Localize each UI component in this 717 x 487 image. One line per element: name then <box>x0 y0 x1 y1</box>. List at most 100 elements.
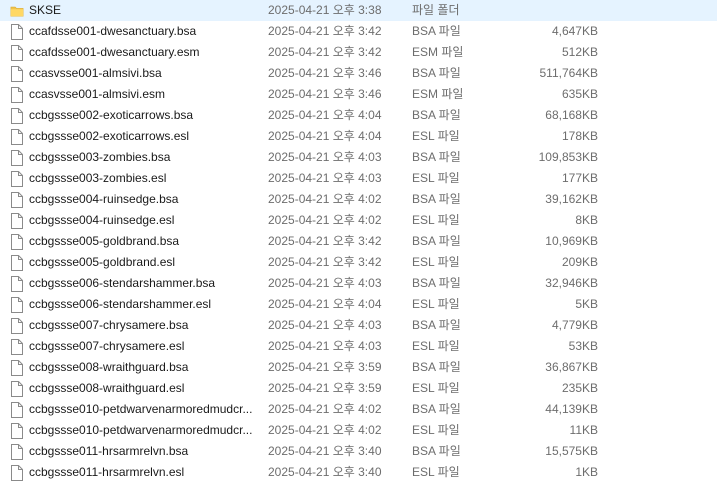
file-name: ccbgssse006-stendarshammer.esl <box>29 297 212 311</box>
file-size: 512KB <box>561 45 598 59</box>
file-date: 2025-04-21 오후 4:03 <box>268 150 382 164</box>
file-date: 2025-04-21 오후 4:04 <box>268 129 382 143</box>
file-icon <box>11 402 23 418</box>
file-type: ESM 파일 <box>412 45 464 59</box>
file-size: 15,575KB <box>545 444 598 458</box>
file-date: 2025-04-21 오후 3:40 <box>268 444 382 458</box>
file-name: ccbgssse006-stendarshammer.bsa <box>29 276 216 290</box>
list-item[interactable]: ccbgssse003-zombies.esl 2025-04-21 오후 4:… <box>0 168 717 189</box>
list-item[interactable]: ccbgssse011-hrsarmrelvn.esl 2025-04-21 오… <box>0 462 717 483</box>
file-date: 2025-04-21 오후 3:42 <box>268 24 382 38</box>
list-item[interactable]: ccasvsse001-almsivi.bsa 2025-04-21 오후 3:… <box>0 63 717 84</box>
list-item[interactable]: ccbgssse002-exoticarrows.bsa 2025-04-21 … <box>0 105 717 126</box>
file-type: ESL 파일 <box>412 339 460 353</box>
list-item[interactable]: ccbgssse003-zombies.bsa 2025-04-21 오후 4:… <box>0 147 717 168</box>
list-item[interactable]: ccbgssse002-exoticarrows.esl 2025-04-21 … <box>0 126 717 147</box>
file-size: 11KB <box>569 423 598 437</box>
file-size: 1KB <box>575 465 598 479</box>
file-type: BSA 파일 <box>412 360 461 374</box>
file-icon <box>11 360 23 376</box>
file-icon <box>11 66 23 82</box>
file-name: ccbgssse007-chrysamere.esl <box>29 339 185 353</box>
list-item[interactable]: ccafdsse001-dwesanctuary.esm 2025-04-21 … <box>0 42 717 63</box>
list-item[interactable]: ccbgssse011-hrsarmrelvn.bsa 2025-04-21 오… <box>0 441 717 462</box>
file-date: 2025-04-21 오후 4:02 <box>268 402 382 416</box>
file-name: ccbgssse003-zombies.esl <box>29 171 167 185</box>
file-type: BSA 파일 <box>412 24 461 38</box>
file-type: ESL 파일 <box>412 465 460 479</box>
file-name: ccbgssse007-chrysamere.bsa <box>29 318 189 332</box>
file-icon <box>11 444 23 460</box>
file-type: BSA 파일 <box>412 234 461 248</box>
list-item[interactable]: ccbgssse007-chrysamere.esl 2025-04-21 오후… <box>0 336 717 357</box>
file-name: ccbgssse005-goldbrand.bsa <box>29 234 180 248</box>
list-item[interactable]: ccbgssse006-stendarshammer.bsa 2025-04-2… <box>0 273 717 294</box>
file-name: ccafdsse001-dwesanctuary.bsa <box>29 24 197 38</box>
file-name: SKSE <box>29 3 62 17</box>
list-item[interactable]: ccbgssse004-ruinsedge.esl 2025-04-21 오후 … <box>0 210 717 231</box>
file-type: ESL 파일 <box>412 171 460 185</box>
file-size: 4,779KB <box>551 318 598 332</box>
folder-icon <box>10 6 24 17</box>
list-item[interactable]: ccbgssse010-petdwarvenarmoredmudcr... 20… <box>0 420 717 441</box>
file-date: 2025-04-21 오후 4:02 <box>268 213 382 227</box>
file-icon <box>11 24 23 40</box>
file-icon <box>11 150 23 166</box>
file-name: ccbgssse004-ruinsedge.bsa <box>29 192 179 206</box>
file-type: ESL 파일 <box>412 129 460 143</box>
file-name: ccbgssse002-exoticarrows.bsa <box>29 108 194 122</box>
file-size: 5KB <box>575 297 598 311</box>
list-item[interactable]: ccbgssse008-wraithguard.esl 2025-04-21 오… <box>0 378 717 399</box>
list-item[interactable]: ccbgssse005-goldbrand.esl 2025-04-21 오후 … <box>0 252 717 273</box>
file-date: 2025-04-21 오후 3:59 <box>268 381 382 395</box>
file-type: 파일 폴더 <box>412 3 460 17</box>
list-item[interactable]: ccbgssse006-stendarshammer.esl 2025-04-2… <box>0 294 717 315</box>
file-date: 2025-04-21 오후 3:38 <box>268 3 382 17</box>
file-icon <box>11 465 23 481</box>
file-date: 2025-04-21 오후 3:42 <box>268 45 382 59</box>
file-date: 2025-04-21 오후 4:03 <box>268 276 382 290</box>
file-name: ccbgssse008-wraithguard.bsa <box>29 360 189 374</box>
file-icon <box>11 129 23 145</box>
file-size: 4,647KB <box>551 24 598 38</box>
list-item[interactable]: ccbgssse010-petdwarvenarmoredmudcr... 20… <box>0 399 717 420</box>
list-item[interactable]: ccasvsse001-almsivi.esm 2025-04-21 오후 3:… <box>0 84 717 105</box>
file-type: BSA 파일 <box>412 276 461 290</box>
file-size: 109,853KB <box>538 150 598 164</box>
list-item[interactable]: ccbgssse005-goldbrand.bsa 2025-04-21 오후 … <box>0 231 717 252</box>
file-size: 39,162KB <box>545 192 598 206</box>
file-size: 36,867KB <box>545 360 598 374</box>
file-size: 511,764KB <box>539 66 599 80</box>
file-size: 44,139KB <box>545 402 598 416</box>
file-date: 2025-04-21 오후 3:46 <box>268 87 382 101</box>
file-name: ccbgssse010-petdwarvenarmoredmudcr... <box>29 423 253 437</box>
file-icon <box>11 381 23 397</box>
file-icon <box>11 171 23 187</box>
file-type: BSA 파일 <box>412 444 461 458</box>
file-type: BSA 파일 <box>412 318 461 332</box>
file-list: SKSE 2025-04-21 오후 3:38 파일 폴더 ccafdsse00… <box>0 0 717 487</box>
file-size: 8KB <box>575 213 598 227</box>
file-date: 2025-04-21 오후 4:03 <box>268 171 382 185</box>
list-item[interactable]: SKSE 2025-04-21 오후 3:38 파일 폴더 <box>0 0 717 21</box>
file-type: BSA 파일 <box>412 192 461 206</box>
file-date: 2025-04-21 오후 4:02 <box>268 192 382 206</box>
file-icon <box>11 255 23 271</box>
list-item[interactable]: ccafdsse001-dwesanctuary.bsa 2025-04-21 … <box>0 21 717 42</box>
file-date: 2025-04-21 오후 3:46 <box>268 66 382 80</box>
list-item[interactable]: ccbgssse008-wraithguard.bsa 2025-04-21 오… <box>0 357 717 378</box>
file-type: ESL 파일 <box>412 297 460 311</box>
list-item[interactable]: ccbgssse004-ruinsedge.bsa 2025-04-21 오후 … <box>0 189 717 210</box>
file-type: ESL 파일 <box>412 381 460 395</box>
file-type: ESM 파일 <box>412 87 464 101</box>
file-type: BSA 파일 <box>412 108 461 122</box>
file-size: 53KB <box>568 339 598 353</box>
file-date: 2025-04-21 오후 4:03 <box>268 318 382 332</box>
file-name: ccbgssse008-wraithguard.esl <box>29 381 185 395</box>
file-date: 2025-04-21 오후 4:02 <box>268 423 382 437</box>
file-name: ccbgssse003-zombies.bsa <box>29 150 171 164</box>
file-icon <box>11 192 23 208</box>
file-type: ESL 파일 <box>412 213 460 227</box>
list-item[interactable]: ccbgssse007-chrysamere.bsa 2025-04-21 오후… <box>0 315 717 336</box>
file-name: ccafdsse001-dwesanctuary.esm <box>29 45 200 59</box>
